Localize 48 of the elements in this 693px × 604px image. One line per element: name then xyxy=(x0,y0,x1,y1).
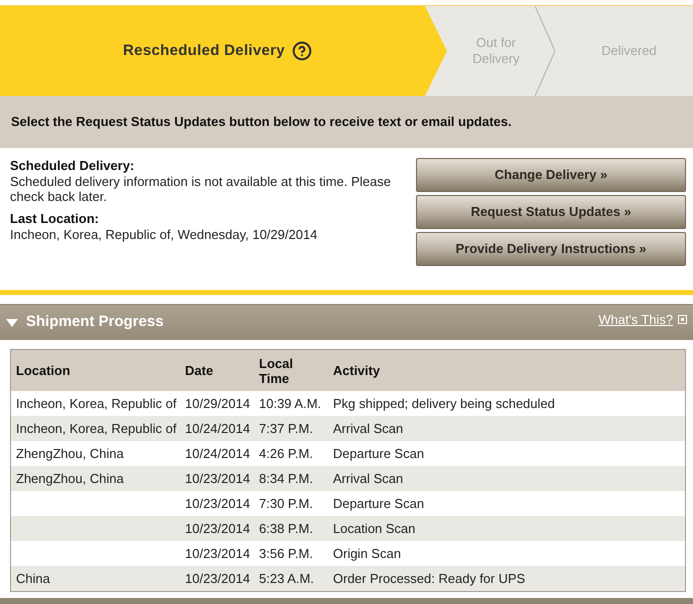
table-cell: Incheon, Korea, Republic of xyxy=(16,396,176,411)
detail-label: Last Location: xyxy=(10,211,100,227)
table-cell: 10:39 A.M. xyxy=(259,396,322,411)
table-cell: ZhengZhou, China xyxy=(16,446,124,461)
action-button[interactable]: Request Status Updates » xyxy=(416,195,686,229)
table-cell: 10/23/2014 xyxy=(185,520,250,536)
action-button[interactable]: Change Delivery » xyxy=(416,158,686,192)
popup-window-icon[interactable] xyxy=(678,315,687,324)
detail-value: Scheduled delivery information is not available at this time. Please check back later. xyxy=(10,174,392,204)
notice-banner: Select the Request Status Updates button below to receive text or email updates. xyxy=(0,96,693,148)
table-cell: 10/24/2014 xyxy=(185,446,250,461)
step-label: Delivered xyxy=(602,43,656,59)
table-cell: 7:30 P.M. xyxy=(259,496,313,511)
help-icon[interactable] xyxy=(292,41,312,61)
table-cell: 10/23/2014 xyxy=(185,496,250,511)
table-cell: Origin Scan xyxy=(333,546,401,561)
column-header: Activity xyxy=(333,363,381,378)
step-label: Out for Delivery xyxy=(472,35,520,67)
table-cell: 10/29/2014 xyxy=(185,396,250,411)
column-header: Local Time xyxy=(259,356,294,386)
action-button[interactable]: Provide Delivery Instructions » xyxy=(416,232,686,266)
table-cell: China xyxy=(16,570,50,586)
column-header: Location xyxy=(16,363,72,378)
table-cell: Location Scan xyxy=(333,520,416,536)
column-header: Date xyxy=(185,363,214,378)
section-title: Shipment Progress xyxy=(26,312,164,332)
table-cell: 10/24/2014 xyxy=(185,420,250,436)
table-cell: 10/23/2014 xyxy=(185,470,250,486)
table-cell: Arrival Scan xyxy=(333,420,404,436)
table-cell: 10/23/2014 xyxy=(185,570,250,586)
table-cell: Incheon, Korea, Republic of xyxy=(16,420,176,436)
table-cell: 8:34 P.M. xyxy=(259,470,313,486)
table-cell: Departure Scan xyxy=(333,446,424,461)
table-cell: 10/23/2014 xyxy=(185,546,250,561)
table-cell: ZhengZhou, China xyxy=(16,470,124,486)
table-cell: 6:38 P.M. xyxy=(259,520,313,536)
table-cell: Departure Scan xyxy=(333,496,424,511)
table-cell: 7:37 P.M. xyxy=(259,420,313,436)
table-cell: 5:23 A.M. xyxy=(259,570,314,586)
step-label: Rescheduled Delivery xyxy=(123,40,285,61)
table-cell: Order Processed: Ready for UPS xyxy=(333,570,526,586)
table-cell: Arrival Scan xyxy=(333,470,404,486)
table-cell: Pkg shipped; delivery being scheduled xyxy=(333,396,555,411)
detail-value: Incheon, Korea, Republic of, Wednesday, 10/29/2014 xyxy=(10,227,318,242)
table-cell: 3:56 P.M. xyxy=(259,546,313,561)
caret-icon[interactable] xyxy=(6,318,18,326)
detail-label: Scheduled Delivery: xyxy=(10,158,136,174)
table-cell: 4:26 P.M. xyxy=(259,446,313,461)
